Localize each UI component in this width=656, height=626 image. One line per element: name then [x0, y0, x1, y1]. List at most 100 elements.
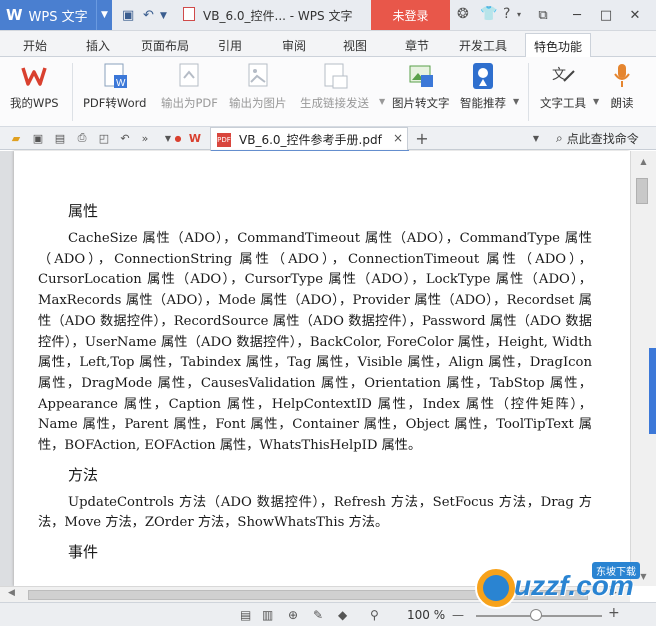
document-content: 属性 CacheSize 属性（ADO），CommandTimeout 属性（A…: [38, 200, 592, 570]
quick-access-dropdown-icon[interactable]: ▼: [160, 11, 167, 21]
ribbon-divider: [528, 63, 529, 121]
document-tab[interactable]: PDF VB_6.0_控件参考手册.pdf ×: [210, 127, 409, 152]
skin-icon[interactable]: ❂: [457, 6, 469, 22]
open-folder-icon[interactable]: ▰: [8, 130, 24, 146]
edit-icon[interactable]: ✎: [313, 608, 323, 622]
close-tab-icon[interactable]: ×: [393, 131, 403, 145]
zoom-out-button[interactable]: —: [452, 608, 464, 622]
scroll-left-icon[interactable]: ◀: [8, 588, 15, 598]
image-to-text-icon: [406, 61, 436, 91]
text-tools-label: 文字工具: [540, 96, 586, 110]
tab-chapter[interactable]: 章节: [405, 37, 429, 54]
page-view-icon[interactable]: ▤: [240, 608, 251, 622]
tab-insert[interactable]: 插入: [86, 37, 110, 54]
tab-home[interactable]: 开始: [23, 37, 47, 54]
wps-app-menu-button[interactable]: W WPS 文字 ▼: [0, 0, 112, 30]
image-to-text-button[interactable]: 图片转文字: [392, 61, 450, 111]
wps-logo-icon: W: [6, 6, 23, 24]
text-tools-dropdown-icon[interactable]: ▼: [593, 97, 599, 106]
tab-special-features[interactable]: 特色功能: [525, 33, 592, 57]
generate-link-button[interactable]: 生成链接发送: [300, 61, 369, 111]
side-panel-tab[interactable]: [649, 348, 656, 434]
tab-references[interactable]: 引用: [218, 37, 242, 54]
generate-link-dropdown-icon[interactable]: ▼: [379, 97, 385, 106]
pdf-file-icon: PDF: [217, 132, 231, 147]
image-to-text-label: 图片转文字: [392, 96, 450, 110]
command-search[interactable]: ⌕ 点此查找命令: [556, 130, 639, 147]
wps-w-small-icon[interactable]: W: [187, 130, 203, 146]
document-icon: [183, 7, 195, 21]
badge-icon: [468, 61, 498, 91]
notification-dot-icon: ●: [174, 133, 182, 143]
location-icon[interactable]: ⚲: [370, 608, 379, 622]
undo-quick-icon[interactable]: ↶: [143, 8, 154, 23]
export-icon[interactable]: ▤: [52, 130, 68, 146]
tab-list-dropdown-icon[interactable]: ▼: [528, 130, 544, 146]
new-tab-icon[interactable]: +: [414, 129, 430, 148]
app-name: WPS 文字: [28, 9, 88, 25]
print-icon[interactable]: ⎙: [74, 130, 90, 146]
export-pdf-icon: [174, 61, 204, 91]
save-quick-icon[interactable]: ▣: [122, 8, 134, 23]
vertical-scroll-thumb[interactable]: [636, 178, 648, 204]
save-icon[interactable]: ▣: [30, 130, 46, 146]
link-share-icon: [320, 61, 350, 91]
my-wps-button[interactable]: 我的WPS: [10, 61, 59, 111]
smart-recommend-button[interactable]: 智能推荐: [460, 61, 506, 111]
read-mode-icon[interactable]: ▥: [262, 608, 273, 622]
smart-recommend-dropdown-icon[interactable]: ▼: [513, 97, 519, 106]
tab-page-layout[interactable]: 页面布局: [141, 37, 189, 54]
read-aloud-label: 朗读: [610, 96, 634, 110]
section-paragraph: UpdateControls 方法（ADO 数据控件），Refresh 方法，S…: [38, 494, 592, 531]
login-button[interactable]: 未登录: [371, 0, 450, 30]
section-heading: 方法: [68, 465, 99, 484]
export-pdf-label: 输出为PDF: [161, 96, 218, 110]
app-menu-dropdown-icon[interactable]: ▼: [96, 0, 112, 30]
maximize-button[interactable]: □: [595, 4, 617, 26]
pdf-to-word-icon: W: [100, 61, 130, 91]
smart-recommend-label: 智能推荐: [460, 96, 506, 110]
wps-w-icon: [19, 61, 49, 91]
bookmark-icon[interactable]: ◆: [338, 608, 347, 622]
title-bar: W WPS 文字 ▼ ▣ ↶ ▼ VB_6.0_控件... - WPS 文字 未…: [0, 0, 656, 31]
read-aloud-button[interactable]: 朗读: [607, 61, 637, 111]
scroll-up-icon[interactable]: ▲: [631, 153, 656, 169]
export-image-label: 输出为图片: [229, 96, 287, 110]
section-paragraph: CacheSize 属性（ADO），CommandTimeout 属性（ADO）…: [38, 231, 592, 454]
section-heading: 事件: [68, 543, 99, 562]
window-title: VB_6.0_控件... - WPS 文字: [203, 9, 353, 23]
export-image-button[interactable]: 输出为图片: [229, 61, 287, 111]
svg-text:W: W: [116, 78, 126, 89]
search-icon: ⌕: [556, 131, 563, 145]
ribbon-divider: [72, 63, 73, 121]
section-heading: 属性: [68, 202, 99, 220]
generate-link-label: 生成链接发送: [300, 96, 369, 110]
pdf-to-word-button[interactable]: W PDF转Word: [83, 61, 146, 111]
zoom-level[interactable]: 100 %: [407, 608, 445, 622]
ribbon: 我的WPS W PDF转Word 输出为PDF 输出为图片 生成链接发送 ▼ 图…: [0, 57, 656, 127]
minimize-button[interactable]: ─: [566, 4, 588, 26]
tab-review[interactable]: 审阅: [282, 37, 306, 54]
tshirt-icon[interactable]: 👕: [480, 6, 497, 22]
text-tools-icon: 文: [548, 61, 578, 91]
watermark-tagline: 东坡下载: [592, 562, 640, 579]
text-tools-button[interactable]: 文 文字工具: [540, 61, 586, 111]
restore-ribbon-button[interactable]: ⧉: [532, 4, 554, 26]
tab-developer[interactable]: 开发工具: [459, 37, 507, 54]
close-button[interactable]: ✕: [624, 4, 646, 26]
web-view-icon[interactable]: ⊕: [288, 608, 298, 622]
export-image-icon: [243, 61, 273, 91]
document-tab-name: VB_6.0_控件参考手册.pdf: [239, 133, 382, 147]
undo-icon[interactable]: ↶: [117, 130, 133, 146]
my-wps-label: 我的WPS: [10, 96, 59, 110]
pdf-to-word-label: PDF转Word: [83, 96, 147, 110]
command-search-label: 点此查找命令: [566, 132, 639, 146]
site-watermark: uzzf.com 东坡下载: [470, 560, 656, 612]
help-icon[interactable]: ?: [503, 6, 510, 22]
help-dropdown-icon[interactable]: ▾: [517, 10, 521, 19]
export-pdf-button[interactable]: 输出为PDF: [161, 61, 218, 111]
more-icon[interactable]: »: [137, 130, 153, 146]
microphone-icon: [607, 61, 637, 91]
print-preview-icon[interactable]: ◰: [96, 130, 112, 146]
tab-view[interactable]: 视图: [343, 37, 367, 54]
